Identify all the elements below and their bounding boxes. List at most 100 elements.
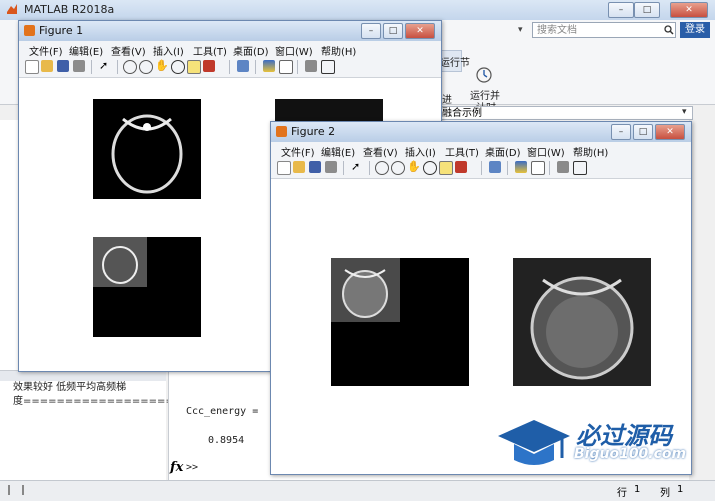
menu-view[interactable]: 查看(V) <box>363 144 398 159</box>
watermark-url: Biguo100.com <box>574 446 687 462</box>
menu-view[interactable]: 查看(V) <box>111 43 146 58</box>
figure-2-menu-bar: 文件(F) 编辑(E) 查看(V) 插入(I) 工具(T) 桌面(D) 窗口(W… <box>271 142 691 159</box>
new-file-icon[interactable] <box>277 161 291 175</box>
menu-insert[interactable]: 插入(I) <box>153 43 184 58</box>
help-dropdown-icon[interactable]: ▾ <box>518 22 530 38</box>
menu-help[interactable]: 帮助(H) <box>321 43 356 58</box>
menu-desktop[interactable]: 桌面(D) <box>233 43 269 58</box>
low-frequency-subband <box>93 237 147 287</box>
run-and-time-icon[interactable] <box>474 64 494 84</box>
toolbar-separator <box>369 161 370 175</box>
matlab-logo-icon <box>7 4 17 14</box>
comment-line-2: 度================== <box>13 396 174 407</box>
function-browser-icon[interactable]: fx <box>170 460 183 475</box>
row-value: 1 <box>634 484 641 495</box>
toolbar-separator <box>255 60 256 74</box>
fused-low-frequency-subband <box>331 258 400 322</box>
show-tools-icon[interactable] <box>573 161 587 175</box>
run-section-label: 运行节 <box>440 58 470 69</box>
matlab-title-bar: MATLAB R2018a – □ ✕ <box>0 0 715 21</box>
wavelet-decomposition-image <box>93 237 201 337</box>
current-folder-path[interactable]: 融合示例 <box>437 106 693 120</box>
minimize-button[interactable]: – <box>608 2 634 18</box>
new-file-icon[interactable] <box>25 60 39 74</box>
menu-tools[interactable]: 工具(T) <box>445 144 479 159</box>
figure-2-title-bar: Figure 2 – □ ✕ <box>271 122 691 143</box>
figure-2-title: Figure 2 <box>291 125 336 138</box>
menu-file[interactable]: 文件(F) <box>281 144 315 159</box>
search-icon[interactable] <box>664 25 674 35</box>
hide-tools-icon[interactable] <box>557 161 569 173</box>
figure-1-minimize-button[interactable]: – <box>361 23 381 39</box>
colorbar-icon[interactable] <box>263 60 275 72</box>
zoom-in-icon[interactable] <box>123 60 137 74</box>
save-icon[interactable] <box>309 161 321 173</box>
datatip-icon[interactable] <box>187 60 201 74</box>
status-bar: 行 1 列 1 <box>0 480 715 501</box>
brush-icon[interactable] <box>455 161 467 173</box>
save-icon[interactable] <box>57 60 69 72</box>
toolbar-separator <box>481 161 482 175</box>
menu-file[interactable]: 文件(F) <box>29 43 63 58</box>
link-icon[interactable] <box>489 161 501 173</box>
menu-desktop[interactable]: 桌面(D) <box>485 144 521 159</box>
print-icon[interactable] <box>325 161 337 173</box>
col-value: 1 <box>677 484 684 495</box>
zoom-in-icon[interactable] <box>375 161 389 175</box>
figure-2-minimize-button[interactable]: – <box>611 124 631 140</box>
open-icon[interactable] <box>41 60 53 72</box>
close-button[interactable]: ✕ <box>670 2 708 18</box>
legend-icon[interactable] <box>279 60 293 74</box>
open-icon[interactable] <box>293 161 305 173</box>
zoom-out-icon[interactable] <box>139 60 153 74</box>
toolbar-separator <box>117 60 118 74</box>
rotate-icon[interactable] <box>423 161 437 175</box>
link-icon[interactable] <box>237 60 249 72</box>
comment-line-1: 效果较好 低频平均高频梯 <box>13 382 127 393</box>
pan-icon[interactable]: ✋ <box>155 60 169 72</box>
menu-insert[interactable]: 插入(I) <box>405 144 436 159</box>
toolbar-separator <box>343 161 344 175</box>
mri-image-skull <box>93 99 201 199</box>
menu-edit[interactable]: 编辑(E) <box>321 144 355 159</box>
brush-icon[interactable] <box>203 60 215 72</box>
show-tools-icon[interactable] <box>321 60 335 74</box>
login-button[interactable]: 登录 <box>680 22 710 38</box>
figure-1-toolbar: ➚ ✋ <box>19 57 441 78</box>
toolbar-separator <box>507 161 508 175</box>
menu-edit[interactable]: 编辑(E) <box>69 43 103 58</box>
rotate-icon[interactable] <box>171 60 185 74</box>
figure-2-maximize-button[interactable]: □ <box>633 124 653 140</box>
figure-1-maximize-button[interactable]: □ <box>383 23 403 39</box>
status-grip-icon <box>8 485 24 495</box>
figure-1-menu-bar: 文件(F) 编辑(E) 查看(V) 插入(I) 工具(T) 桌面(D) 窗口(W… <box>19 41 441 58</box>
datatip-icon[interactable] <box>439 161 453 175</box>
watermark: 必过源码 Biguo100.com <box>496 414 696 474</box>
col-label: 列 <box>660 488 670 499</box>
menu-window[interactable]: 窗口(W) <box>275 43 313 58</box>
hide-tools-icon[interactable] <box>305 60 317 72</box>
command-output-value: 0.8954 <box>208 435 245 446</box>
menu-help[interactable]: 帮助(H) <box>573 144 608 159</box>
menu-tools[interactable]: 工具(T) <box>193 43 227 58</box>
run-advance-label: 进 <box>442 95 452 106</box>
search-input[interactable]: 搜索文档 <box>532 22 676 38</box>
pan-icon[interactable]: ✋ <box>407 161 421 173</box>
colorbar-icon[interactable] <box>515 161 527 173</box>
command-output-var: Ccc_energy = <box>186 406 259 417</box>
figure-1-close-button[interactable]: ✕ <box>405 23 435 39</box>
path-dropdown-icon[interactable]: ▾ <box>682 107 687 117</box>
print-icon[interactable] <box>73 60 85 72</box>
figure-icon <box>276 126 287 137</box>
menu-window[interactable]: 窗口(W) <box>527 144 565 159</box>
figure-2-close-button[interactable]: ✕ <box>655 124 685 140</box>
pointer-icon[interactable]: ➚ <box>351 161 363 173</box>
command-prompt[interactable]: >> <box>186 462 198 473</box>
figure-1-title: Figure 1 <box>39 24 84 37</box>
legend-icon[interactable] <box>531 161 545 175</box>
zoom-out-icon[interactable] <box>391 161 405 175</box>
graduation-cap-icon <box>498 420 570 465</box>
maximize-button[interactable]: □ <box>634 2 660 18</box>
pointer-icon[interactable]: ➚ <box>99 60 111 72</box>
toolbar-separator <box>91 60 92 74</box>
